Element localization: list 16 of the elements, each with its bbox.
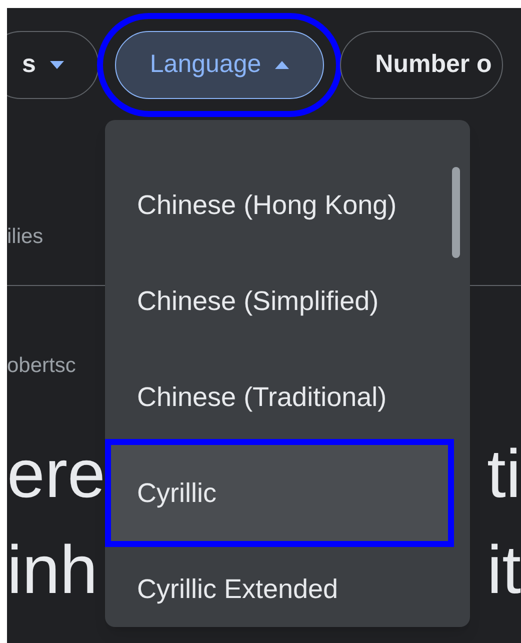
- caret-up-icon: [275, 61, 290, 69]
- filter-chip[interactable]: s: [7, 31, 99, 99]
- caret-down-icon: [50, 61, 64, 69]
- heading-text: inh: [7, 531, 99, 610]
- menu-item[interactable]: Chinese (Traditional): [111, 349, 448, 445]
- heading-text: ti: [487, 435, 521, 514]
- author-text: obertsc: [7, 353, 76, 380]
- filter-chip[interactable]: Number o: [340, 31, 503, 99]
- menu-item[interactable]: Cyrillic Extended: [111, 541, 448, 637]
- menu-item[interactable]: Chinese (Hong Kong): [111, 157, 448, 253]
- menu-item[interactable]: Cyrillic: [111, 445, 448, 541]
- menu-item[interactable]: Chinese (Simplified): [111, 253, 448, 349]
- heading-text: ere: [7, 435, 106, 514]
- scrollbar-thumb[interactable]: [452, 167, 460, 258]
- heading-text: it: [487, 531, 521, 610]
- category-text: ilies: [7, 224, 44, 250]
